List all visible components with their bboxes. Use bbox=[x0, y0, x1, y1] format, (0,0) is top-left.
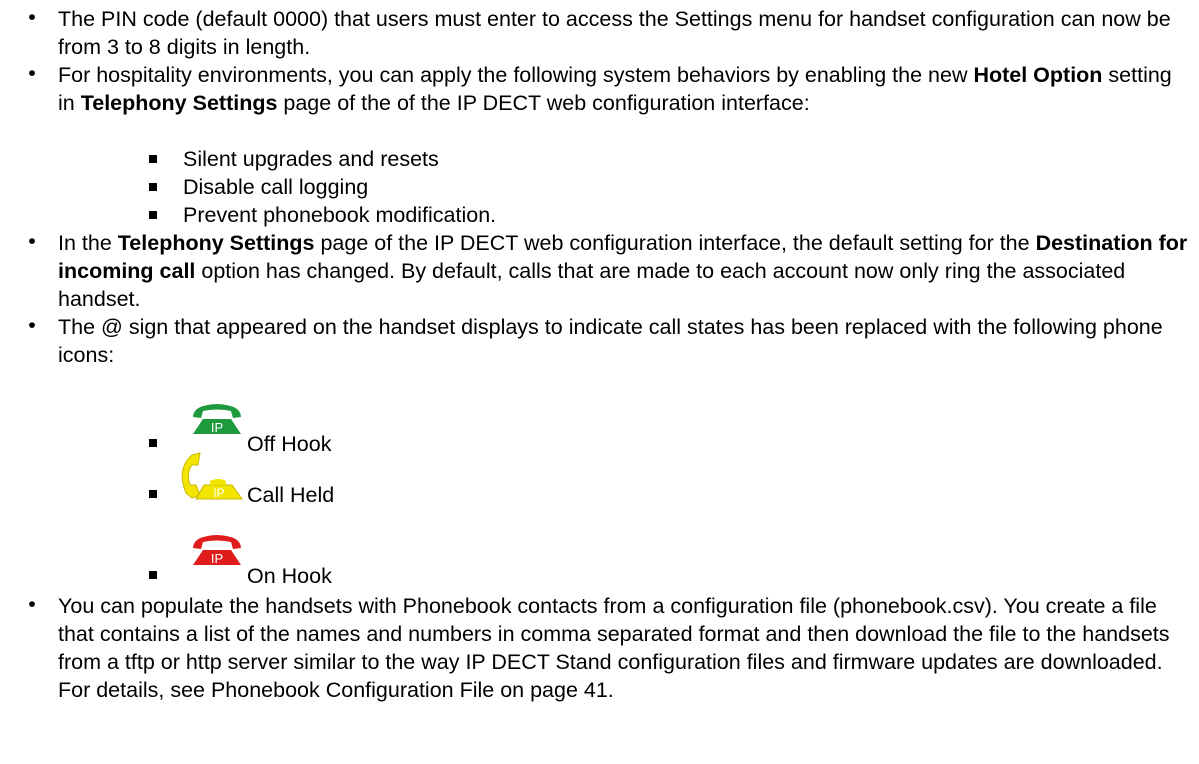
hotel-subitem: Prevent phonebook modification. bbox=[183, 203, 497, 227]
square-bullet bbox=[149, 490, 157, 498]
bullet-marker: • bbox=[28, 592, 36, 616]
bullet-marker: • bbox=[28, 229, 36, 253]
telephony-settings-term: Telephony Settings bbox=[80, 91, 278, 115]
off-hook-phone-icon: IP bbox=[193, 404, 241, 435]
hotel-subitem: Silent upgrades and resets bbox=[183, 147, 439, 171]
square-bullet bbox=[149, 183, 157, 191]
svg-text:IP: IP bbox=[211, 551, 223, 566]
bullet-marker: • bbox=[28, 61, 36, 85]
hotel-subitem: Disable call logging bbox=[183, 175, 369, 199]
phonebook-paragraph: You can populate the handsets with Phone… bbox=[58, 594, 1170, 702]
hotel-paragraph: For hospitality environments, you can ap… bbox=[58, 63, 1172, 115]
pin-paragraph: The PIN code (default 0000) that users m… bbox=[58, 7, 1171, 59]
square-bullet bbox=[149, 211, 157, 219]
bullet-marker: • bbox=[28, 313, 36, 337]
icon-label-call-held: Call Held bbox=[247, 483, 335, 507]
telephony-settings-term: Telephony Settings bbox=[117, 231, 315, 255]
document-page: • The PIN code (default 0000) that users… bbox=[0, 0, 1199, 764]
svg-text:IP: IP bbox=[213, 486, 224, 500]
call-held-phone-icon: IP bbox=[181, 452, 243, 500]
icon-label-on-hook: On Hook bbox=[247, 564, 332, 588]
square-bullet bbox=[149, 439, 157, 447]
svg-text:IP: IP bbox=[211, 420, 223, 435]
icon-label-off-hook: Off Hook bbox=[247, 432, 332, 456]
bullet-marker: • bbox=[28, 5, 36, 29]
square-bullet bbox=[149, 155, 157, 163]
square-bullet bbox=[149, 571, 157, 579]
icons-intro-paragraph: The @ sign that appeared on the handset … bbox=[58, 315, 1163, 367]
hotel-option-term: Hotel Option bbox=[973, 63, 1103, 87]
on-hook-phone-icon: IP bbox=[193, 535, 241, 566]
telephony-paragraph: In the Telephony Settings page of the IP… bbox=[58, 231, 1188, 311]
